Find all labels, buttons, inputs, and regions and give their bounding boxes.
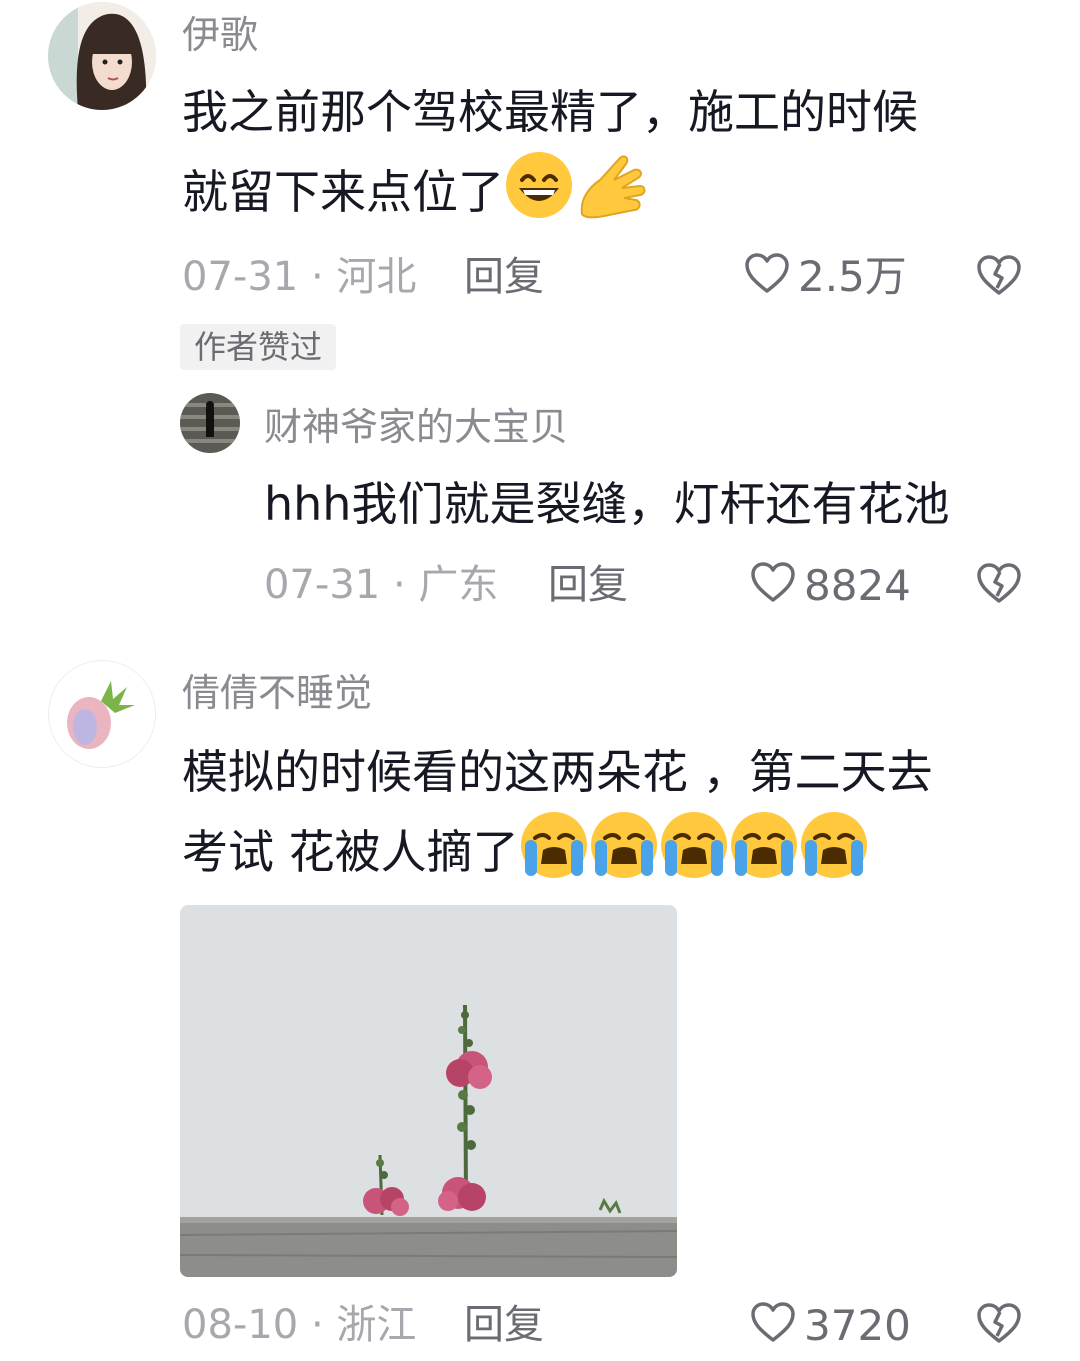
loudly-crying-face-emoji <box>659 810 729 902</box>
heart-outline-icon <box>744 252 790 301</box>
loudly-crying-face-emoji <box>519 810 589 902</box>
meta-separator: · <box>298 254 337 300</box>
broken-heart-icon[interactable] <box>976 254 1022 300</box>
reply-text: hhh我们就是裂缝，灯杆还有花池 <box>264 477 950 531</box>
comment-username[interactable]: 倩倩不睡觉 <box>182 674 372 712</box>
comment-text-line-2: 就留下来点位了 <box>182 150 1042 242</box>
comment-region: 河北 <box>336 254 417 300</box>
author-liked-badge: 作者赞过 <box>180 324 337 370</box>
like-button[interactable]: 2.5万 <box>744 252 907 301</box>
reply-date: 07-31 <box>264 562 381 608</box>
heart-outline-icon <box>750 561 796 610</box>
broken-heart-icon[interactable] <box>976 562 1022 608</box>
reply-button[interactable]: 回复 <box>464 257 544 297</box>
comment-date: 08-10 <box>182 1302 299 1348</box>
loudly-crying-face-emoji <box>799 810 869 902</box>
avatar[interactable] <box>48 660 156 768</box>
comment-text: 我之前那个驾校最精了，施工的时候 就留下来点位了 <box>182 74 1042 242</box>
reply-meta: 07-31 · 广东 <box>264 565 498 605</box>
loudly-crying-face-emoji <box>729 810 799 902</box>
comment-meta: 08-10 · 浙江 <box>182 1305 416 1345</box>
like-count: 3720 <box>804 1300 911 1350</box>
reply-username[interactable]: 财神爷家的大宝贝 <box>264 408 568 446</box>
comment-username[interactable]: 伊歌 <box>182 16 258 54</box>
meta-separator: · <box>380 562 419 608</box>
heart-outline-icon <box>750 1301 796 1350</box>
loudly-crying-face-emoji <box>589 810 659 902</box>
reply-button[interactable]: 回复 <box>464 1305 544 1345</box>
comment-text-line-2: 考试 花被人摘了 <box>182 810 1042 902</box>
comment-text-line-2-text: 就留下来点位了 <box>182 165 504 219</box>
comment-meta: 07-31 · 河北 <box>182 257 416 297</box>
like-button[interactable]: 3720 <box>750 1301 911 1350</box>
reply-region: 广东 <box>418 562 499 608</box>
emoji-group <box>519 812 869 879</box>
avatar[interactable] <box>48 2 156 110</box>
reply-button[interactable]: 回复 <box>548 565 628 605</box>
comment-date: 07-31 <box>182 254 299 300</box>
comment-text-line-1: 我之前那个驾校最精了，施工的时候 <box>182 85 918 139</box>
comment-text: 模拟的时候看的这两朵花 ，第二天去 考试 花被人摘了 <box>182 734 1042 902</box>
like-count: 2.5万 <box>798 251 907 301</box>
meta-separator: · <box>298 1302 337 1348</box>
grinning-face-emoji <box>504 150 574 242</box>
comment-text-line-1: 模拟的时候看的这两朵花 ，第二天去 <box>182 745 933 799</box>
like-button[interactable]: 8824 <box>750 561 911 610</box>
like-count: 8824 <box>804 560 911 610</box>
reply-avatar[interactable] <box>180 393 240 453</box>
comment-region: 浙江 <box>336 1302 417 1348</box>
ok-hand-emoji <box>574 150 652 242</box>
broken-heart-icon[interactable] <box>976 1302 1022 1348</box>
comment-text-line-2-text: 考试 花被人摘了 <box>182 825 519 879</box>
comment-image[interactable] <box>180 905 677 1277</box>
